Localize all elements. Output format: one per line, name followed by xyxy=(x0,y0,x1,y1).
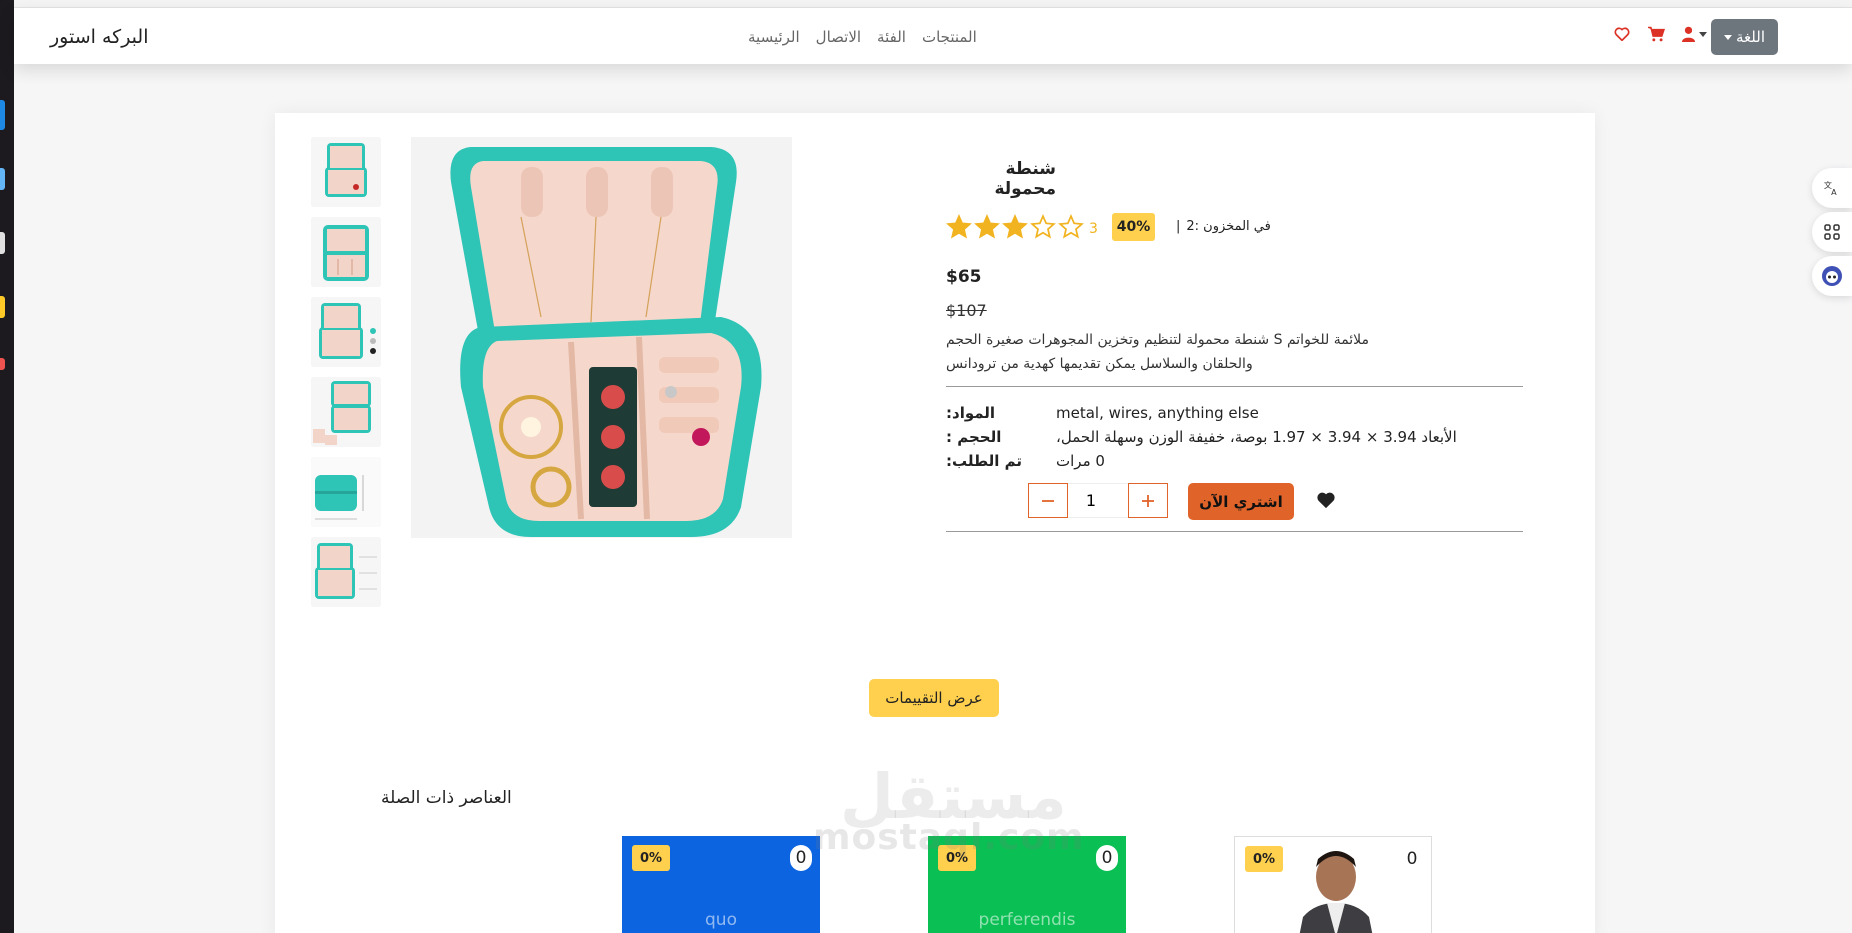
star-icon xyxy=(946,214,972,239)
assistant-icon[interactable] xyxy=(1812,256,1852,296)
nav-link-contact[interactable]: الاتصال xyxy=(816,28,861,46)
attribute-row: تم الطلب: 0 مرات xyxy=(946,449,1523,473)
product-old-price: $107 xyxy=(946,301,987,320)
product-thumbnail[interactable] xyxy=(311,457,381,527)
chevron-down-icon xyxy=(1699,31,1707,37)
product-description: ملائمة للخواتم S شنطة محمولة لتنظيم وتخز… xyxy=(946,332,1370,372)
stock-label: في المخزون :2 xyxy=(1186,219,1271,234)
product-thumbnail[interactable] xyxy=(311,297,381,367)
purchase-row: اشتري الآن xyxy=(946,479,1523,529)
product-thumbnail[interactable] xyxy=(311,137,381,207)
product-price: $65 xyxy=(946,267,982,287)
attribute-value: metal, wires, anything else xyxy=(1056,404,1259,422)
product-title: شنطة محمولة xyxy=(994,159,1056,199)
translate-icon[interactable]: 文A xyxy=(1812,168,1852,208)
nav-link-products[interactable]: المنتجات xyxy=(922,28,977,46)
rating-count: 3 xyxy=(1089,221,1098,237)
attribute-key: تم الطلب: xyxy=(946,452,1023,470)
wishlist-heart-icon[interactable] xyxy=(1614,26,1630,45)
dock-item[interactable] xyxy=(0,358,5,370)
star-icon xyxy=(974,214,1000,239)
star-icon xyxy=(1002,214,1028,239)
language-dropdown-button[interactable]: اللغة xyxy=(1711,19,1778,55)
language-button-label: اللغة xyxy=(1736,28,1765,46)
user-menu-icon[interactable] xyxy=(1681,26,1707,42)
related-discount-badge: 0% xyxy=(1245,846,1283,872)
plus-icon xyxy=(1142,494,1154,507)
quantity-input[interactable] xyxy=(1068,483,1128,518)
attribute-row: المواد: metal, wires, anything else xyxy=(946,401,1523,425)
product-thumbnail[interactable] xyxy=(311,537,381,607)
quantity-decrease-button[interactable] xyxy=(1028,483,1068,518)
star-icon xyxy=(1030,214,1056,239)
attribute-key: الحجم : xyxy=(946,428,1002,446)
related-count: 0 xyxy=(1096,845,1118,871)
minus-icon xyxy=(1042,499,1054,502)
os-dock xyxy=(0,0,14,933)
related-item-card[interactable]: 0% 0 quo xyxy=(622,836,820,933)
apps-icon[interactable] xyxy=(1812,212,1852,252)
related-item-name: quo xyxy=(705,910,737,930)
product-info: شنطة محمولة 3 40% | في المخزون :2 $65 $10… xyxy=(946,159,1523,532)
dock-item[interactable] xyxy=(0,168,5,190)
cart-icon[interactable] xyxy=(1647,26,1666,46)
navbar: البركه استور المنتجات الفئة الاتصال الرئ… xyxy=(14,8,1852,64)
dock-item[interactable] xyxy=(0,296,5,318)
attribute-value: الأبعاد 3.94 × 3.94 × 1.97 بوصة، خفيفة ا… xyxy=(1056,428,1457,446)
stock-info: | في المخزون :2 xyxy=(1170,219,1271,234)
brand-logo[interactable]: البركه استور xyxy=(50,26,148,48)
svg-text:A: A xyxy=(1831,187,1837,197)
nav-link-category[interactable]: الفئة xyxy=(877,28,906,46)
related-items-title: العناصر ذات الصلة xyxy=(381,788,512,808)
related-item-name: perferendis xyxy=(978,910,1076,930)
add-to-wishlist-heart-icon[interactable] xyxy=(1316,491,1336,513)
dock-item[interactable] xyxy=(0,100,5,130)
dock-item[interactable] xyxy=(0,232,5,254)
rating-stars xyxy=(946,214,1084,240)
related-discount-badge: 0% xyxy=(632,845,670,871)
nav-link-home[interactable]: الرئيسية xyxy=(748,28,800,46)
attribute-key: المواد: xyxy=(946,404,996,422)
attribute-row: الحجم : الأبعاد 3.94 × 3.94 × 1.97 بوصة،… xyxy=(946,425,1523,449)
watermark-text: mostaql.com xyxy=(813,817,1085,858)
thumbnail-list xyxy=(311,137,381,617)
quantity-increase-button[interactable] xyxy=(1128,483,1168,518)
stock-separator: | xyxy=(1176,219,1181,234)
rating-row: 3 40% | في المخزون :2 xyxy=(946,209,1523,245)
main-product-image[interactable] xyxy=(411,137,792,538)
product-attributes: المواد: metal, wires, anything else الحج… xyxy=(946,401,1523,473)
related-count: 0 xyxy=(1401,846,1423,872)
related-count: 0 xyxy=(790,845,812,871)
product-thumbnail[interactable] xyxy=(311,217,381,287)
discount-badge: 40% xyxy=(1112,213,1155,241)
attribute-value: 0 مرات xyxy=(1056,452,1105,470)
buy-now-button[interactable]: اشتري الآن xyxy=(1188,483,1294,520)
chevron-down-icon xyxy=(1724,34,1732,40)
star-icon xyxy=(1058,214,1084,239)
divider xyxy=(946,386,1523,387)
product-thumbnail[interactable] xyxy=(311,377,381,447)
nav-links: المنتجات الفئة الاتصال الرئيسية xyxy=(748,28,977,46)
divider xyxy=(946,531,1523,532)
show-reviews-button[interactable]: عرض التقييمات xyxy=(869,679,999,717)
floating-tools: 文A xyxy=(1812,168,1852,300)
related-item-card[interactable]: 0% 0 xyxy=(1234,836,1432,933)
browser-top-edge xyxy=(14,0,1852,8)
